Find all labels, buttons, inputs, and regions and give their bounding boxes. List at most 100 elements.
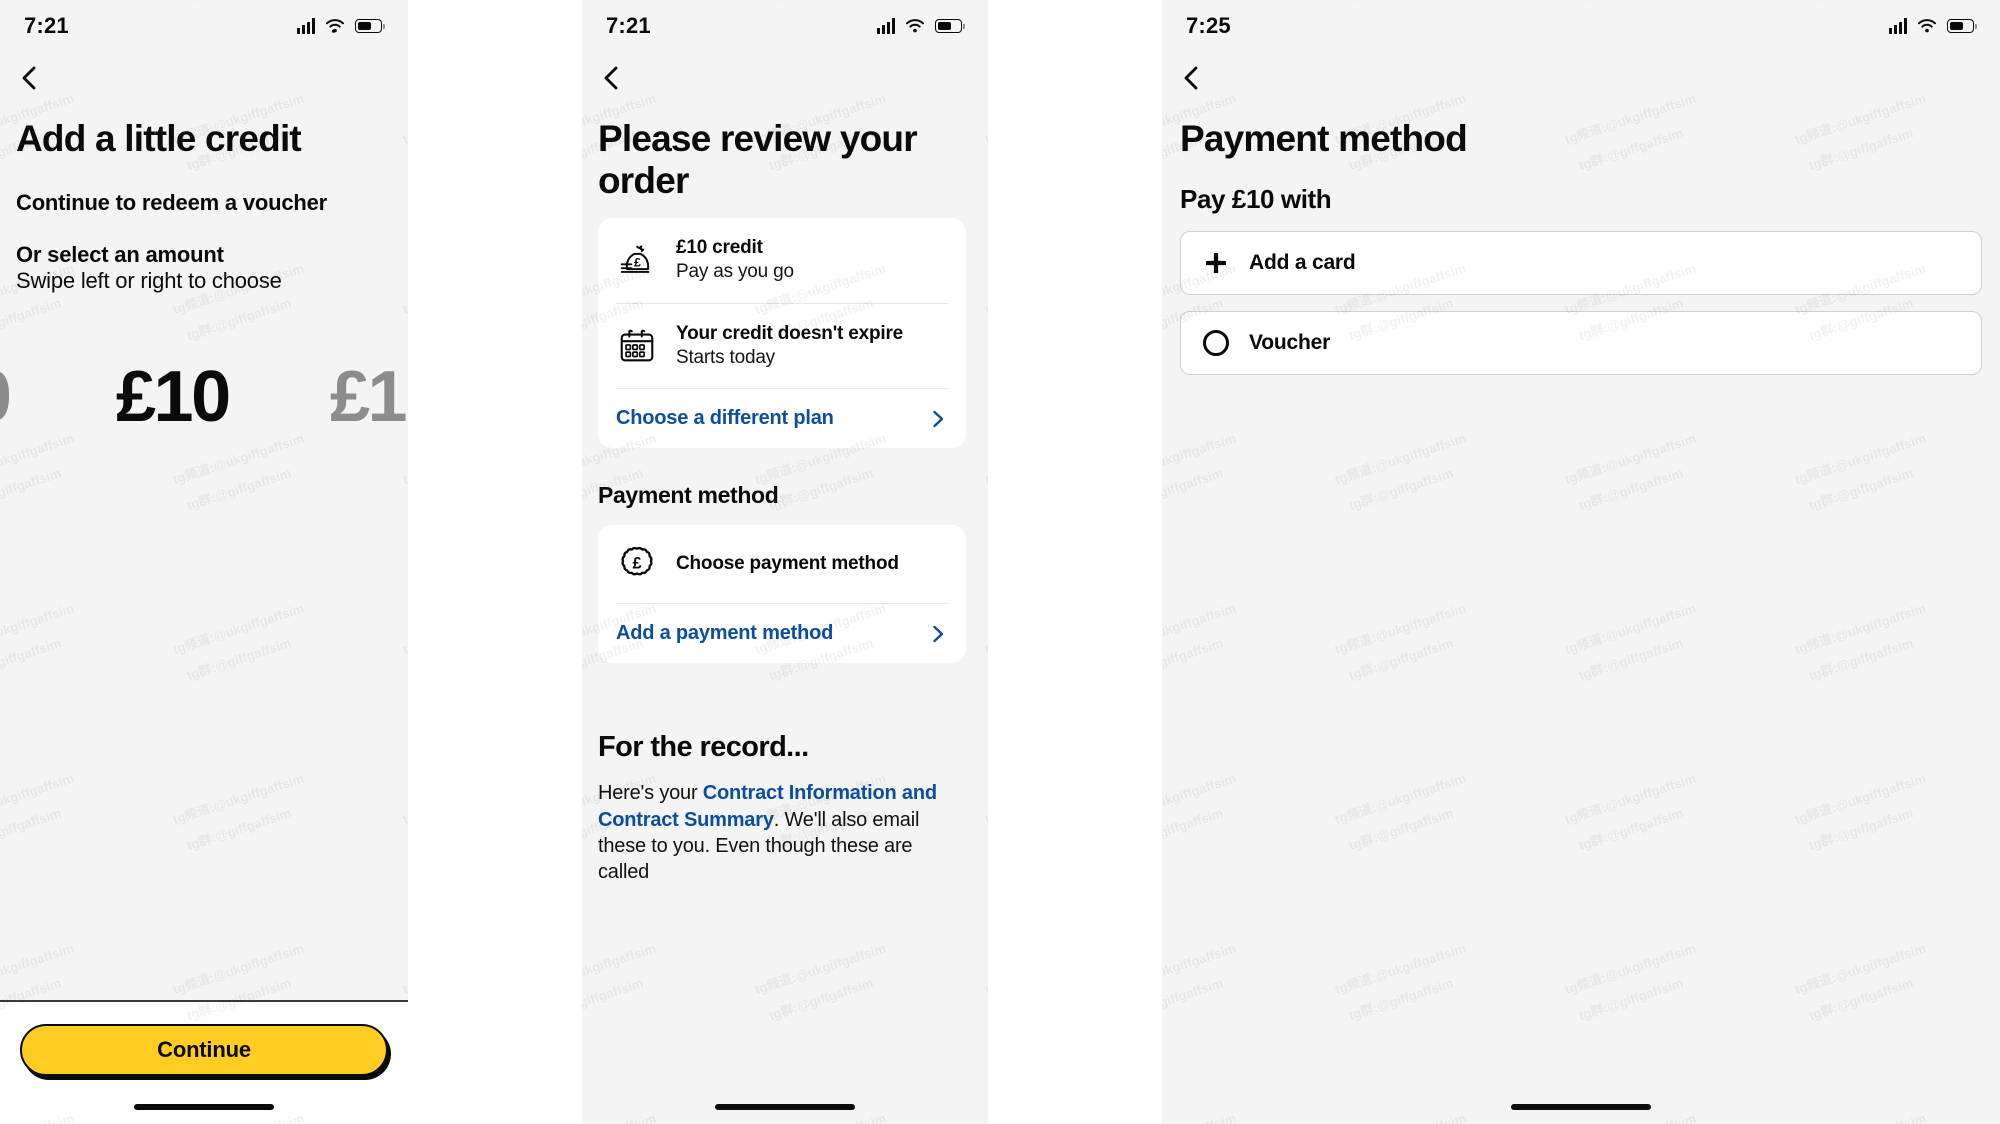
home-indicator [134, 1104, 274, 1110]
record-text-1: Here's your [598, 782, 703, 805]
watermark-text: tg群:@giffgaffsim [1806, 465, 1915, 514]
for-the-record-heading: For the record... [598, 731, 809, 764]
calendar-icon [620, 329, 654, 362]
home-indicator [1511, 1104, 1651, 1110]
carousel-prev-amount[interactable]: 0 [0, 361, 12, 433]
plus-icon [1206, 253, 1226, 274]
watermark-text: tg群:@giffgaffsim [184, 295, 293, 344]
status-indicators [877, 18, 965, 34]
watermark-text: tg频道:@ukgiffgaffsim [0, 770, 76, 828]
add-payment-method-label: Add a payment method [616, 622, 834, 645]
back-button[interactable] [1162, 52, 2000, 92]
choose-payment-method-label: Choose payment method [676, 553, 899, 575]
watermark-text: tg频道:@ukgiffgaffsim [752, 1108, 888, 1124]
watermark-text: tg群:@giffgaffsim [184, 635, 293, 684]
pound-coin-icon: £ [621, 547, 653, 576]
watermark-text: tg频道:@ukgiffgaffsim [1332, 940, 1468, 998]
watermark-text: tg频道:@ukgiffgaffsim [1562, 1108, 1698, 1124]
wifi-icon [326, 19, 344, 33]
back-button[interactable] [582, 52, 988, 92]
watermark-text: tg群:@giffgaffsim [1346, 465, 1455, 514]
add-payment-method-link[interactable]: Add a payment method [616, 603, 948, 663]
wifi-icon [1918, 19, 1936, 33]
order-row-title: Your credit doesn't expire [676, 322, 904, 344]
order-row-credit: £ £10 credit Pay as you go [616, 218, 948, 302]
watermark-text: tg群:@giffgaffsim [1576, 635, 1685, 684]
carousel-current-amount[interactable]: £10 [116, 361, 231, 433]
watermark-text: tg频道:@ukgiffgaffsim [1332, 430, 1468, 488]
watermark-text: tg频道:@ukgiffgaffsim [582, 940, 658, 998]
watermark-text: tg频道:@ukgiffgaffsim [752, 940, 888, 998]
status-time: 7:21 [24, 13, 69, 38]
watermark-text: tg群:@giffgaffsim [1576, 805, 1685, 854]
back-button[interactable] [0, 52, 408, 92]
page-title: Add a little credit [16, 118, 302, 159]
watermark-text: tg群:@giffgaffsim [0, 465, 63, 514]
status-bar: 7:21 [582, 0, 988, 52]
watermark-text: tg频道:@ukgiffgaffsim [982, 940, 988, 998]
watermark-text: tg频道:@ukgiffgaffsim [400, 600, 408, 658]
status-time: 7:25 [1186, 13, 1231, 38]
carousel-next-amount[interactable]: £1 [330, 361, 408, 433]
pay-with-heading: Pay £10 with [1180, 184, 1332, 215]
phone-screen-review-order: 7:21 Please review your order £ £10 cred… [582, 0, 988, 1124]
watermark-text: tg频道:@ukgiffgaffsim [0, 940, 76, 998]
money-bag-icon: £ [620, 244, 650, 273]
amount-carousel[interactable]: 0 £10 £1 [0, 342, 408, 452]
svg-text:£: £ [632, 555, 641, 573]
cellular-signal-icon [877, 18, 895, 34]
watermark-text: tg频道:@ukgiffgaffsim [582, 1108, 658, 1124]
watermark-text: tg频道:@ukgiffgaffsim [170, 600, 306, 658]
watermark-text: tg频道:@ukgiffgaffsim [1332, 1108, 1468, 1124]
watermark-text: tg群:@giffgaffsim [1162, 635, 1225, 684]
watermark-text: tg频道:@ukgiffgaffsim [170, 940, 306, 998]
watermark-text: tg频道:@ukgiffgaffsim [400, 940, 408, 998]
watermark-text: tg群:@giffgaffsim [1162, 465, 1225, 514]
watermark-text: tg频道:@ukgiffgaffsim [1792, 600, 1928, 658]
battery-icon [935, 19, 965, 33]
order-row-sub: Starts today [676, 346, 775, 368]
option-label: Add a card [1249, 251, 1356, 275]
wifi-icon [906, 19, 924, 33]
order-row-title: £10 credit [676, 237, 763, 259]
voucher-hint-text: Continue to redeem a voucher [16, 190, 328, 216]
watermark-text: tg群:@giffgaffsim [1806, 635, 1915, 684]
choose-payment-method-row[interactable]: £ Choose payment method [616, 525, 948, 603]
page-title: Please review your order [598, 118, 918, 202]
phone-screen-payment-method: 7:25 Payment method Pay £10 with Add a c… [1162, 0, 2000, 1124]
amount-select-heading: Or select an amount [16, 242, 224, 268]
status-indicators [1889, 18, 1977, 34]
status-time: 7:21 [606, 13, 651, 38]
chevron-left-icon [604, 66, 618, 90]
order-row-sub: Pay as you go [676, 261, 794, 283]
watermark-text: tg频道:@ukgiffgaffsim [170, 770, 306, 828]
watermark-text: tg频道:@ukgiffgaffsim [1792, 430, 1928, 488]
watermark-text: tg频道:@ukgiffgaffsim [1562, 770, 1698, 828]
continue-button[interactable]: Continue [20, 1024, 388, 1076]
for-the-record-body: Here's your Contract Information and Con… [598, 780, 966, 886]
watermark-overlay: tg频道:@ukgiffgaffsim tg群:@giffgaffsim tg频道:… [1162, 0, 2000, 1124]
order-row-expiry: Your credit doesn't expire Starts today [616, 302, 948, 388]
home-indicator [715, 1104, 855, 1110]
battery-icon [1947, 19, 1977, 33]
watermark-text: tg群:@giffgaffsim [582, 975, 645, 1024]
payment-method-card: £ Choose payment method Add a payment me… [598, 525, 966, 664]
option-voucher[interactable]: Voucher [1180, 311, 1982, 376]
screenshot-stage: 7:21 Add a little credit Continue to red… [0, 0, 2000, 1124]
status-indicators [297, 18, 385, 34]
watermark-text: tg群:@giffgaffsim [1576, 975, 1685, 1024]
amount-select-sub: Swipe left or right to choose [16, 268, 282, 294]
radio-unselected-icon[interactable] [1203, 330, 1229, 357]
status-bar: 7:25 [1162, 0, 2000, 52]
watermark-text: tg频道:@ukgiffgaffsim [1562, 430, 1698, 488]
watermark-text: tg群:@giffgaffsim [1806, 975, 1915, 1024]
watermark-text: tg频道:@ukgiffgaffsim [1332, 770, 1468, 828]
watermark-text: tg频道:@ukgiffgaffsim [1562, 600, 1698, 658]
option-add-a-card[interactable]: Add a card [1180, 231, 1982, 296]
chevron-left-icon [22, 66, 36, 90]
choose-different-plan-link[interactable]: Choose a different plan [616, 388, 948, 448]
watermark-text: tg群:@giffgaffsim [766, 975, 875, 1024]
watermark-text: tg频道:@ukgiffgaffsim [1162, 1108, 1238, 1124]
watermark-text: tg群:@giffgaffsim [1346, 975, 1455, 1024]
voucher-hint: Continue to redeem a voucher [0, 160, 408, 216]
